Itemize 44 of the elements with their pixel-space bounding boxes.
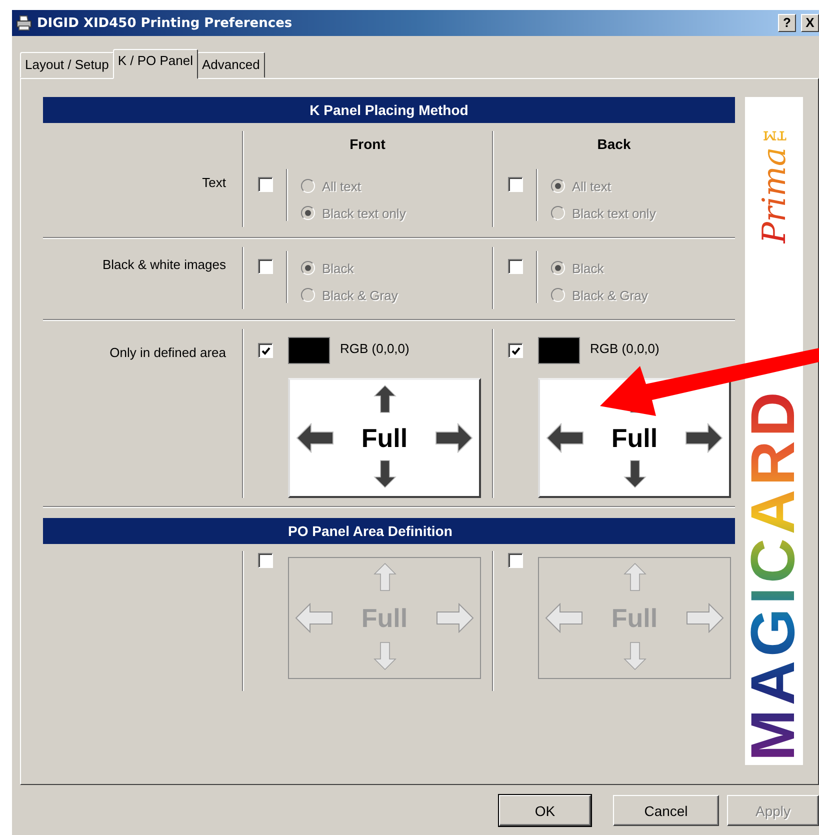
dialog-button[interactable]: Cancel <box>613 795 719 826</box>
area-label: Full <box>361 602 408 634</box>
checkbox[interactable] <box>508 177 523 192</box>
dialog-button[interactable]: OK <box>499 795 591 826</box>
section-header: K Panel Placing Method <box>43 97 735 123</box>
help-button[interactable]: ? <box>778 14 796 32</box>
option-label: Black text only <box>322 206 406 220</box>
tab[interactable]: Layout / Setup <box>20 52 114 78</box>
checkbox[interactable] <box>508 259 523 274</box>
area-preview[interactable]: Full <box>538 378 731 498</box>
area-label: Full <box>611 422 658 454</box>
color-swatch[interactable] <box>538 337 580 364</box>
option-label: All text <box>572 178 612 194</box>
checkbox[interactable] <box>258 259 273 274</box>
window-title: DIGID XID450 Printing Preferences <box>37 16 292 30</box>
tab[interactable]: K / PO Panel <box>112 49 198 79</box>
color-value: RGB (0,0,0) <box>590 341 660 356</box>
check-mark-icon <box>260 346 270 356</box>
checkbox[interactable] <box>508 343 523 358</box>
option-label: Black & Gray <box>322 288 398 302</box>
printer-icon <box>16 15 32 31</box>
checkbox[interactable] <box>258 553 273 568</box>
row-label: Text <box>202 175 226 190</box>
column-header: Back <box>597 136 631 154</box>
check-mark-icon <box>510 346 520 356</box>
option-label: Black & Gray <box>572 288 648 302</box>
area-preview[interactable]: Full <box>288 378 481 498</box>
checkbox[interactable] <box>508 553 523 568</box>
area-label: Full <box>361 422 408 454</box>
section-header: PO Panel Area Definition <box>43 518 735 544</box>
checkbox[interactable] <box>258 343 273 358</box>
checkbox[interactable] <box>258 177 273 192</box>
option-label: All text <box>322 178 362 194</box>
option-label: Black <box>572 260 604 276</box>
option-label: Black text only <box>572 206 656 220</box>
area-label: Full <box>611 602 658 634</box>
color-swatch[interactable] <box>288 337 330 364</box>
close-button[interactable]: X <box>801 14 819 32</box>
row-label: Black & white images <box>102 257 226 272</box>
tab[interactable]: Advanced <box>197 52 265 78</box>
option-label: Black <box>322 260 354 276</box>
column-header: Front <box>350 136 386 154</box>
color-value: RGB (0,0,0) <box>340 341 410 356</box>
row-label: Only in defined area <box>110 345 226 360</box>
